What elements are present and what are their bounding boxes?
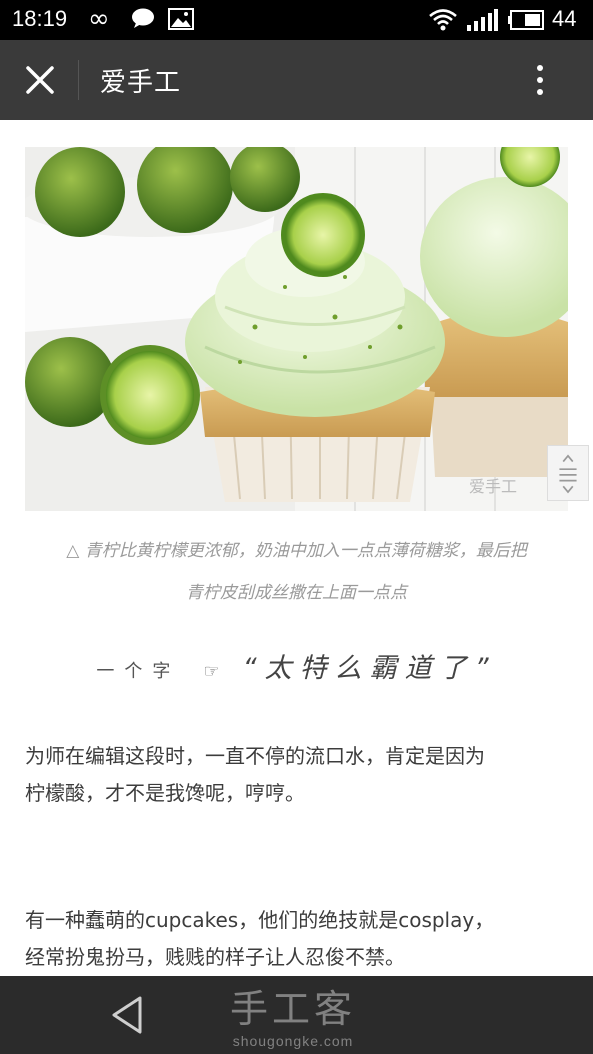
image-watermark: 爱手工: [469, 477, 517, 496]
battery-icon: [508, 10, 544, 30]
site-watermark: 手工客 shougongke.com: [230, 978, 356, 1049]
back-triangle-icon[interactable]: [108, 994, 148, 1036]
image-caption: △ 青柠比黄柠檬更浓郁，奶油中加入一点点薄荷糖浆，最后把 青柠皮刮成丝撒在上面一…: [20, 530, 573, 614]
pointing-hand-icon: ☞: [203, 661, 220, 682]
battery-level: 44: [552, 6, 577, 31]
more-vertical-icon[interactable]: [524, 62, 556, 98]
wifi-icon: [429, 9, 457, 31]
article-content[interactable]: 爱手工 △ 青柠比黄柠檬更浓郁，奶油中加入一点点薄荷糖浆，最后把 青柠皮刮成丝撒…: [0, 120, 593, 976]
quote-lead: 一个字: [96, 661, 181, 682]
pull-quote: 一个字 ☞ “太特么霸道了”: [0, 646, 593, 685]
caption-line-2: 青柠皮刮成丝撒在上面一点点: [186, 583, 407, 603]
paragraph-1-line-2: 柠檬酸，才不是我馋呢，哼哼。: [25, 781, 305, 805]
paragraph-2-line-2: 经常扮鬼扮马，贱贱的样子让人忍俊不禁。: [25, 945, 405, 969]
status-bar: 18:19 ∞ 44: [0, 0, 593, 40]
watermark-url: shougongke.com: [232, 1033, 354, 1049]
caption-line-1: △ 青柠比黄柠檬更浓郁，奶油中加入一点点薄荷糖浆，最后把: [66, 541, 527, 561]
paragraph-2: 有一种蠢萌的cupcakes，他们的绝技就是cosplay， 经常扮鬼扮马，贱贱…: [25, 902, 570, 976]
status-time: 18:19: [12, 6, 68, 31]
close-icon[interactable]: [22, 62, 58, 98]
app-bar: 爱手工: [0, 40, 593, 120]
paragraph-2-line-1: 有一种蠢萌的cupcakes，他们的绝技就是cosplay，: [25, 908, 495, 932]
watermark-title: 手工客: [230, 987, 357, 1031]
system-nav-bar: 手工客 shougongke.com: [0, 976, 593, 1054]
quote-text: “太特么霸道了”: [242, 653, 497, 684]
chat-bubble-icon: [132, 8, 154, 28]
cupcake-photo: 爱手工: [25, 147, 568, 511]
paragraph-1-line-1: 为师在编辑这段时，一直不停的流口水，肯定是因为: [25, 744, 485, 768]
app-bar-title: 爱手工: [100, 68, 182, 98]
scroll-handle-icon[interactable]: [547, 445, 589, 501]
image-icon: [168, 8, 194, 30]
paragraph-1: 为师在编辑这段时，一直不停的流口水，肯定是因为 柠檬酸，才不是我馋呢，哼哼。: [25, 738, 570, 812]
app-bar-divider: [78, 60, 79, 100]
signal-icon: [467, 9, 498, 31]
infinity-icon: ∞: [88, 4, 110, 34]
